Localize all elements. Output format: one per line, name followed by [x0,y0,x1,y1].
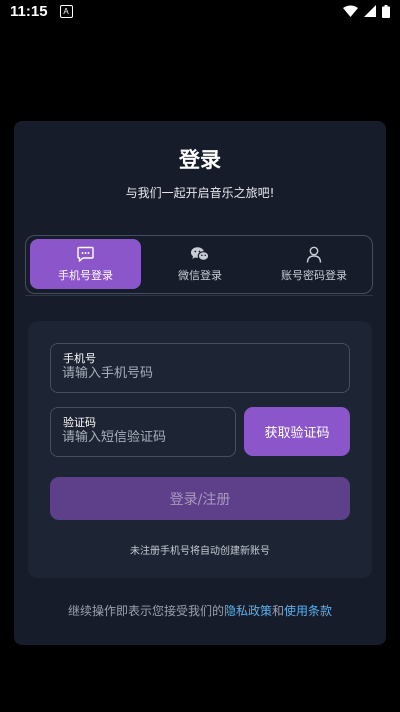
wechat-icon [190,245,210,263]
user-icon [306,245,322,263]
tabs-divider [25,295,373,296]
phone-field-label: 手机号 [63,352,96,365]
agreement-prefix: 继续操作即表示您接受我们的 [67,604,224,618]
tab-wechat-login[interactable]: 微信登录 [144,239,256,289]
status-bar: 11:15 A [0,0,400,22]
message-icon [77,245,94,263]
terms-of-use-link[interactable]: 使用条款 [284,604,332,618]
tab-phone-login[interactable]: 手机号登录 [30,239,141,289]
phone-input[interactable] [62,366,338,381]
tab-phone-login-label: 手机号登录 [58,269,113,282]
code-field-label: 验证码 [63,416,96,429]
signal-icon [364,5,376,17]
page-subtitle: 与我们一起开启音乐之旅吧! [125,186,275,200]
status-bar-right [343,4,390,18]
status-time: 11:15 [10,2,48,20]
wifi-icon [343,5,358,17]
page-title: 登录 [179,148,221,172]
tab-password-login[interactable]: 账号密码登录 [258,239,370,289]
tab-password-login-label: 账号密码登录 [281,269,347,282]
code-input[interactable] [62,430,224,445]
battery-icon [382,4,390,18]
agreement-text: 继续操作即表示您接受我们的隐私政策和使用条款 [14,602,386,619]
tab-wechat-login-label: 微信登录 [178,269,222,282]
login-method-tabs: 手机号登录 微信登录 账号密码登录 [25,235,373,294]
phone-login-form: 手机号 验证码 获取验证码 登录/注册 未注册手机号将自动创建新账号 [28,321,372,578]
privacy-policy-link[interactable]: 隐私政策 [224,604,272,618]
login-register-button[interactable]: 登录/注册 [50,477,350,520]
auto-register-note: 未注册手机号将自动创建新账号 [130,546,270,557]
phone-field[interactable]: 手机号 [50,343,350,393]
get-code-button[interactable]: 获取验证码 [244,407,350,456]
agreement-connector: 和 [272,604,285,618]
code-field[interactable]: 验证码 [50,407,236,457]
notification-icon: A [59,4,73,18]
status-bar-left: 11:15 A [10,3,73,20]
login-card: 登录 与我们一起开启音乐之旅吧! 手机号登录 微信登录 账号密码登录 手机号 请… [14,121,386,645]
